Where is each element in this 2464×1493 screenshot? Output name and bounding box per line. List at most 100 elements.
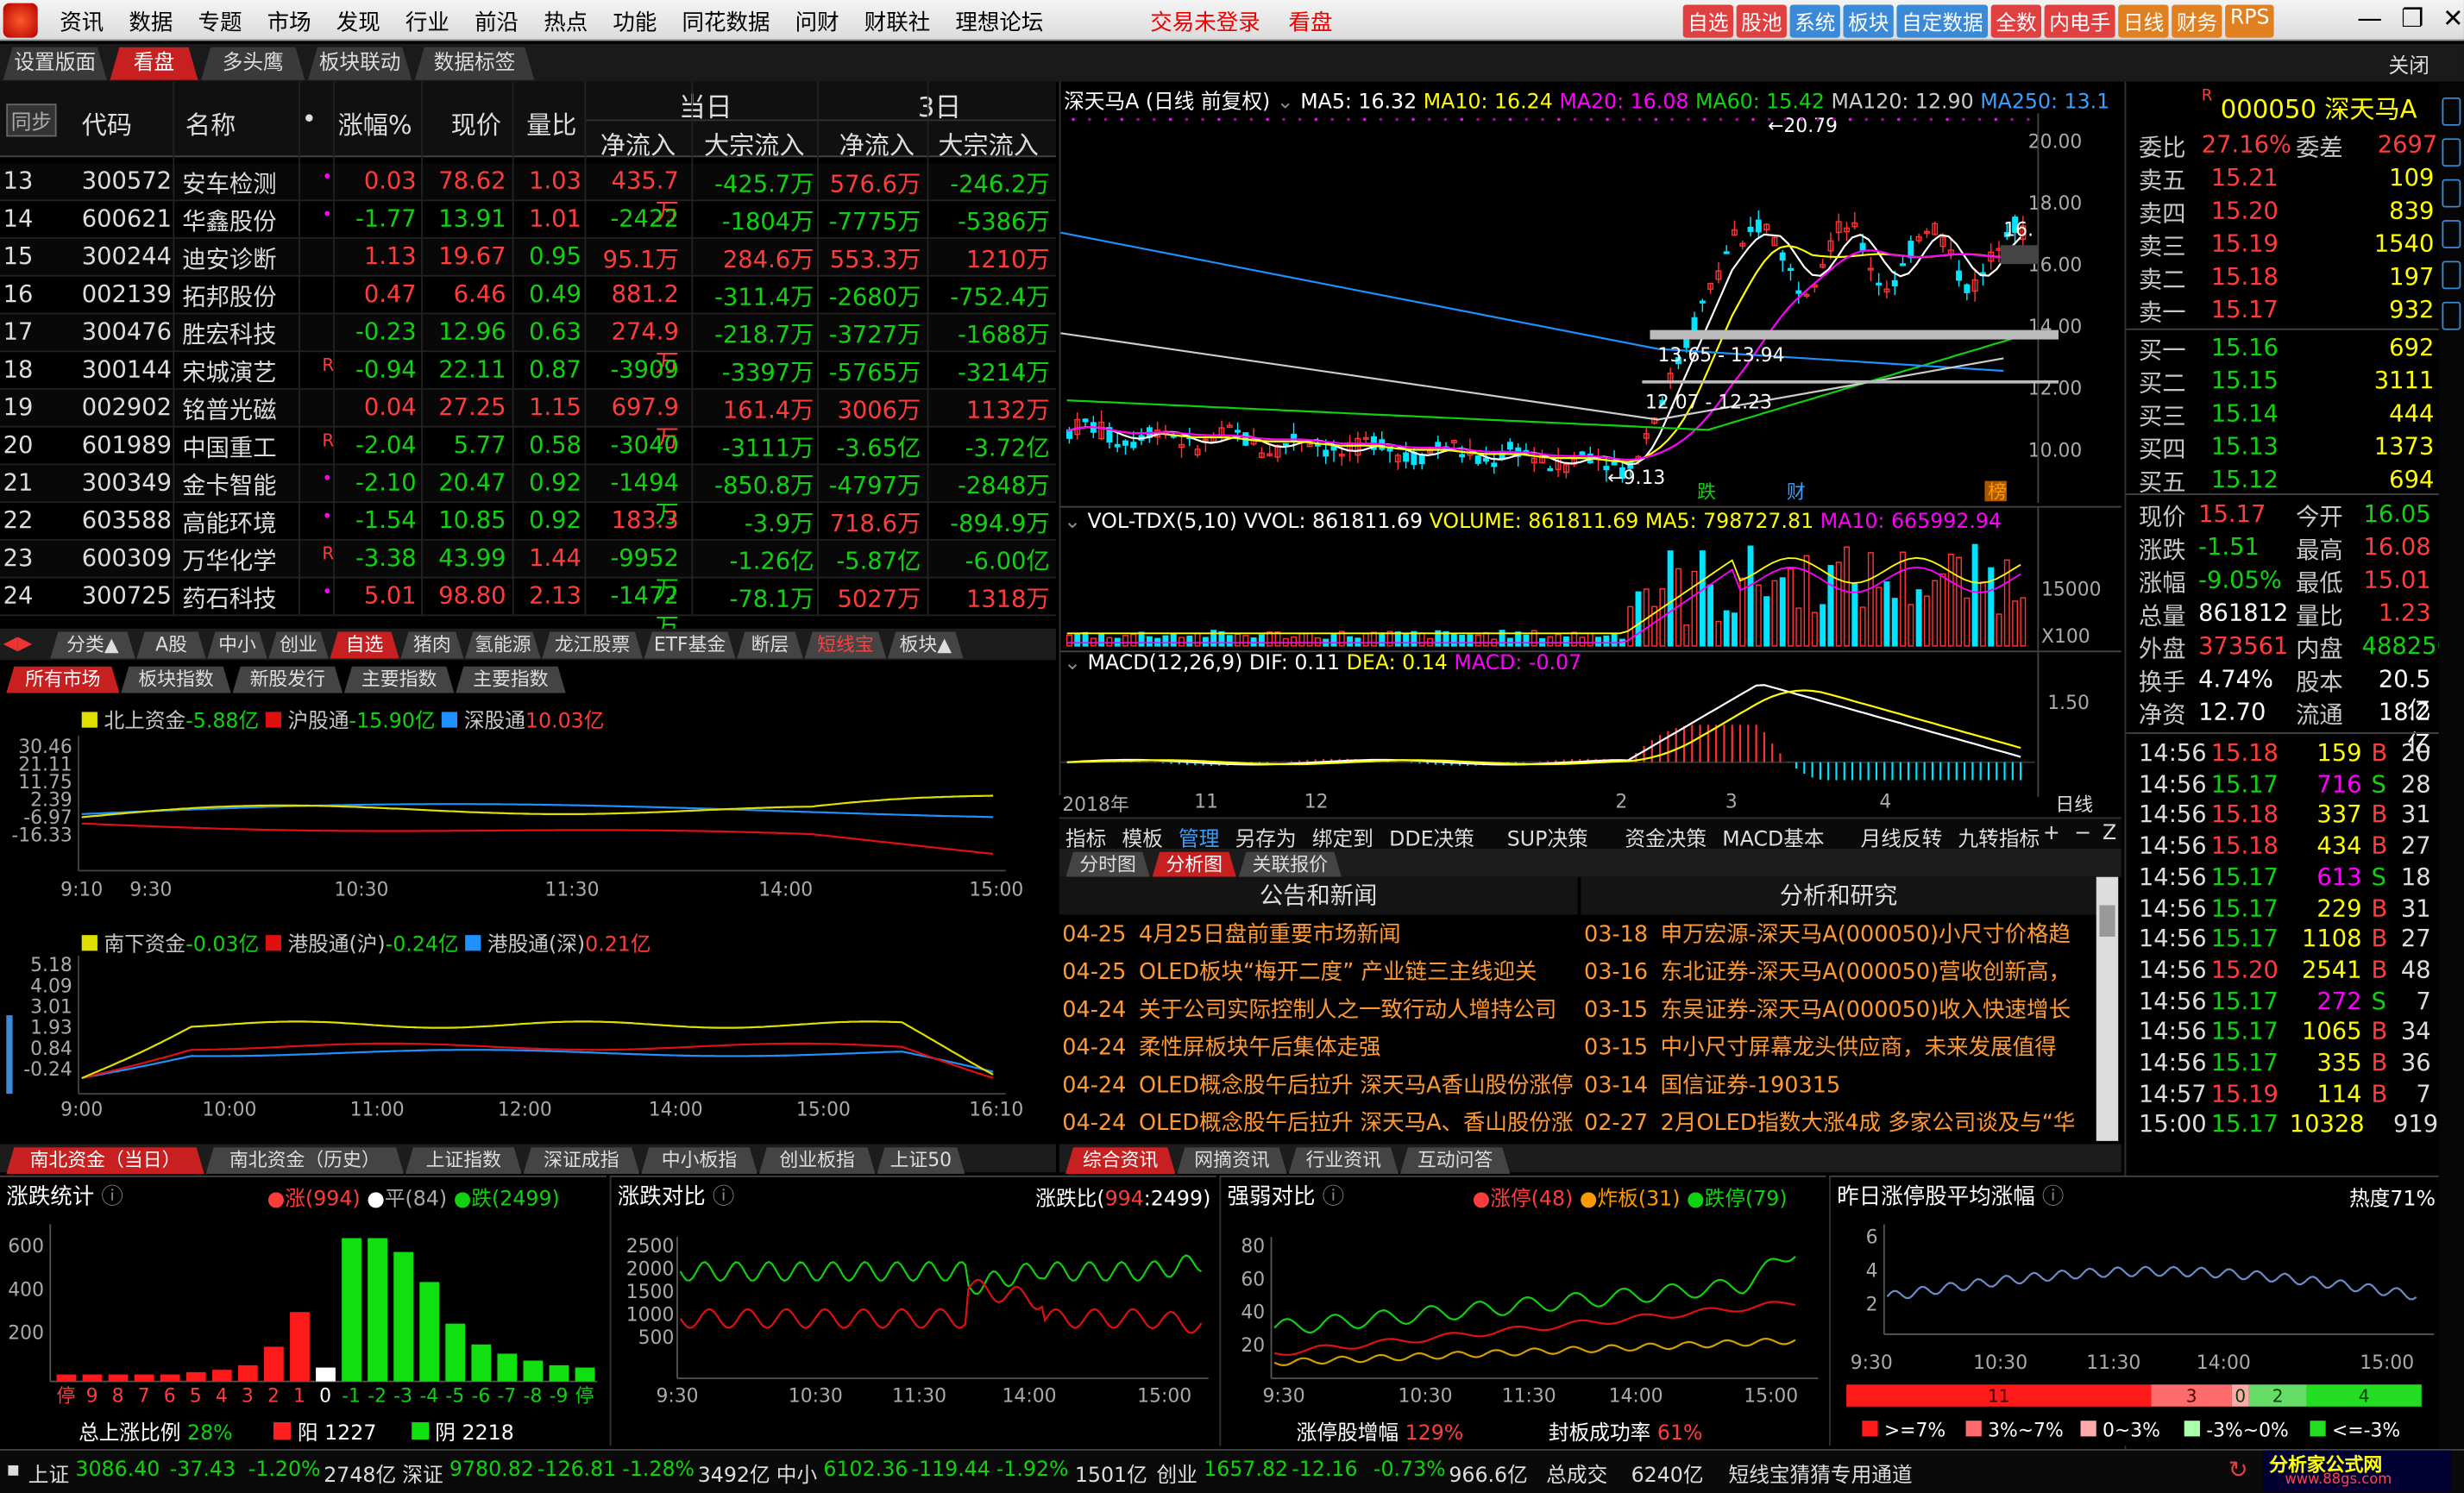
table-row[interactable]: 19 002902 铭普光磁 0.04 27.25 1.15 697.9万 161.4万 300… bbox=[0, 389, 1056, 453]
news-icon[interactable] bbox=[2442, 220, 2461, 248]
refresh-icon[interactable]: ↻ bbox=[2228, 1455, 2248, 1484]
table-row[interactable]: 17 300476 胜宏科技 -0.23 12.96 0.63 274.9万 -218.7万 -… bbox=[0, 314, 1056, 377]
tab-news-tabs[interactable]: 网摘资讯 bbox=[1177, 1147, 1286, 1174]
menu-item[interactable]: 热点 bbox=[544, 6, 588, 37]
close-icon[interactable]: ✕ bbox=[2442, 3, 2463, 34]
page-tab[interactable]: 板块联动 bbox=[308, 47, 412, 80]
cy-label[interactable]: 创业 bbox=[1157, 1458, 1197, 1488]
category-tab[interactable]: 创业 bbox=[268, 631, 328, 658]
tab-analysis-tabs[interactable]: 关联报价 bbox=[1238, 852, 1342, 879]
page-tab[interactable]: 看盘 bbox=[110, 47, 198, 80]
table-row[interactable]: 15 300244 迪安诊断 1.13 19.67 0.95 95.1万 284.6万 553.… bbox=[0, 238, 1056, 277]
plus-icon[interactable]: + bbox=[2043, 822, 2060, 845]
col-change[interactable]: 涨幅% bbox=[338, 104, 412, 141]
zx-label[interactable]: 中小 bbox=[776, 1458, 817, 1488]
ask-row[interactable]: 卖一 15.17 932 bbox=[2126, 296, 2440, 327]
toolbar-button[interactable]: 自选 bbox=[1682, 4, 1734, 38]
tab-fund-tabs[interactable]: 南北资金（历史） bbox=[206, 1147, 404, 1174]
status-message[interactable]: 短线宝猜猜专用通道 bbox=[1729, 1458, 1913, 1488]
toolbar-button[interactable]: 自定数据 bbox=[1896, 4, 1989, 38]
indicator-tool[interactable]: 管理 bbox=[1179, 822, 1219, 851]
news-item[interactable]: 03-15 东吴证券-深天马A(000050)收入快速增长 bbox=[1584, 994, 2071, 1028]
indicator-tool[interactable]: 月线反转 bbox=[1861, 822, 1943, 851]
col-net-inflow[interactable]: 净流入 bbox=[600, 124, 676, 162]
tab-fund-tabs[interactable]: 上证指数 bbox=[405, 1147, 522, 1174]
table-row[interactable]: 18300144宋城演艺R-0.9422.110.87-3909万-3397万-… bbox=[0, 352, 1056, 415]
bid-row[interactable]: 买一 15.16 692 bbox=[2126, 333, 2440, 364]
ask-row[interactable]: 卖三 15.19 1540 bbox=[2126, 229, 2440, 260]
bid-row[interactable]: 买二 15.15 3111 bbox=[2126, 367, 2440, 398]
indicator-tool[interactable]: 资金决策 bbox=[1625, 822, 1707, 851]
close-layout-button[interactable]: 关闭 bbox=[2389, 48, 2429, 78]
minimize-icon[interactable]: — bbox=[2357, 3, 2382, 34]
menu-item[interactable]: 问财 bbox=[795, 6, 839, 37]
page-tab[interactable]: 多头鹰 bbox=[201, 47, 305, 80]
restore-icon[interactable]: ❐ bbox=[2401, 3, 2423, 34]
kline-plot[interactable]: 20.0018.0016.0014.0012.0010.00←20.79←9.1… bbox=[1060, 82, 2122, 506]
kanpan-link[interactable]: 看盘 bbox=[1289, 6, 1333, 37]
menu-item[interactable]: 财联社 bbox=[864, 6, 930, 37]
news-item[interactable]: 03-14 国信证券-190315 bbox=[1584, 1069, 1840, 1103]
indicator-tool[interactable]: 九转指标 bbox=[1958, 822, 2040, 851]
tab-fund-tabs[interactable]: 南北资金（当日） bbox=[6, 1147, 204, 1174]
menu-item[interactable]: 专题 bbox=[198, 6, 242, 37]
indicator-tool[interactable]: DDE决策 bbox=[1389, 822, 1474, 851]
zoom-icon[interactable]: Z bbox=[2103, 822, 2116, 845]
menu-item[interactable]: 理想论坛 bbox=[955, 6, 1043, 37]
tab-market-tabs[interactable]: 新股发行 bbox=[233, 667, 343, 693]
volume-plot[interactable]: 15000 X100 bbox=[1060, 507, 2122, 653]
indicator-tool[interactable]: 另存为 bbox=[1235, 822, 1297, 851]
indicator-tool[interactable]: 模板 bbox=[1122, 822, 1162, 851]
category-tab[interactable]: 分类▲ bbox=[50, 631, 135, 658]
table-row[interactable]: 21 300349 金卡智能 • -2.10 20.47 0.92 -1494万 -850.8万… bbox=[0, 465, 1056, 528]
menu-item[interactable]: 行业 bbox=[405, 6, 449, 37]
menu-item[interactable]: 市场 bbox=[267, 6, 311, 37]
toolbar-button[interactable]: 全数 bbox=[1990, 4, 2042, 38]
category-tab[interactable]: 猪肉 bbox=[400, 631, 463, 658]
bid-row[interactable]: 买五 15.12 694 bbox=[2126, 465, 2440, 496]
toolbar-button[interactable]: RPS bbox=[2225, 4, 2275, 38]
category-tab[interactable]: 板块▲ bbox=[888, 631, 963, 658]
col-net-inflow-3d[interactable]: 净流入 bbox=[839, 124, 915, 162]
ask-row[interactable]: 卖二 15.18 197 bbox=[2126, 262, 2440, 293]
news-item[interactable]: 04-24 柔性屏板块午后集体走强 bbox=[1062, 1031, 1380, 1065]
table-row[interactable]: 13 300572 安车检测 • 0.03 78.62 1.03 435.7万 -425.7万 5… bbox=[0, 163, 1056, 226]
page-tab[interactable]: 数据标签 bbox=[415, 47, 534, 80]
category-tab[interactable]: 自选 bbox=[330, 631, 399, 658]
toolbar-button[interactable]: 内电手 bbox=[2044, 4, 2115, 38]
col-block-inflow[interactable]: 大宗流入 bbox=[704, 124, 805, 162]
menu-item[interactable]: 发现 bbox=[336, 6, 380, 37]
indicator-tool[interactable]: SUP决策 bbox=[1507, 822, 1588, 851]
table-row[interactable]: 14600621华鑫股份•-1.7713.911.01-2422万-1804万-… bbox=[0, 201, 1056, 264]
menu-item[interactable]: 数据 bbox=[129, 6, 173, 37]
toolbar-button[interactable]: 财务 bbox=[2172, 4, 2222, 38]
tab-fund-tabs[interactable]: 创业板指 bbox=[759, 1147, 876, 1174]
news-item[interactable]: 03-16 东北证券-深天马A(000050)营收创新高， bbox=[1584, 956, 2071, 990]
col-name[interactable]: 名称 bbox=[185, 104, 236, 141]
news-item[interactable]: 03-18 申万宏源-深天马A(000050)小尺寸价格趋 bbox=[1584, 918, 2071, 952]
macd-plot[interactable]: 1.50 bbox=[1060, 652, 2122, 797]
trade-login-link[interactable]: 交易未登录 bbox=[1150, 6, 1260, 37]
tab-market-tabs[interactable]: 板块指数 bbox=[121, 667, 230, 693]
people-icon[interactable] bbox=[2442, 260, 2461, 290]
bid-row[interactable]: 买三 15.14 444 bbox=[2126, 399, 2440, 430]
period-label[interactable]: 日线 bbox=[2055, 791, 2093, 818]
tab-market-tabs[interactable]: 主要指数 bbox=[344, 667, 454, 693]
tab-market-tabs[interactable]: 所有市场 bbox=[6, 667, 119, 693]
news-item[interactable]: 03-15 中小尺寸屏幕龙头供应商，未来发展值得 bbox=[1584, 1031, 2057, 1065]
scroll-left-icon[interactable]: ◀▶ bbox=[3, 631, 33, 654]
list-icon[interactable] bbox=[2442, 179, 2461, 208]
news-item[interactable]: 04-25 OLED板块“梅开二度” 产业链三主线迎关 bbox=[1062, 956, 1537, 990]
settings-icon[interactable] bbox=[2442, 97, 2461, 126]
more-icon[interactable]: › bbox=[1986, 822, 1994, 845]
category-tab[interactable]: A股 bbox=[136, 631, 205, 658]
page-tab[interactable]: 设置版面 bbox=[3, 47, 107, 80]
toolbar-button[interactable]: 板块 bbox=[1843, 4, 1894, 38]
minus-icon[interactable]: − bbox=[2074, 822, 2091, 845]
tab-market-tabs[interactable]: 主要指数 bbox=[456, 667, 565, 693]
indicator-tool[interactable]: 绑定到 bbox=[1312, 822, 1373, 851]
toolbar-button[interactable]: 系统 bbox=[1789, 4, 1840, 38]
news-item[interactable]: 04-24 OLED概念股午后拉升 深天马A、香山股份涨 bbox=[1062, 1107, 1573, 1138]
table-row[interactable]: 22603588高能环境•-1.5410.850.92183.3万-3.9万71… bbox=[0, 503, 1056, 566]
category-tab[interactable]: 中小 bbox=[207, 631, 267, 658]
